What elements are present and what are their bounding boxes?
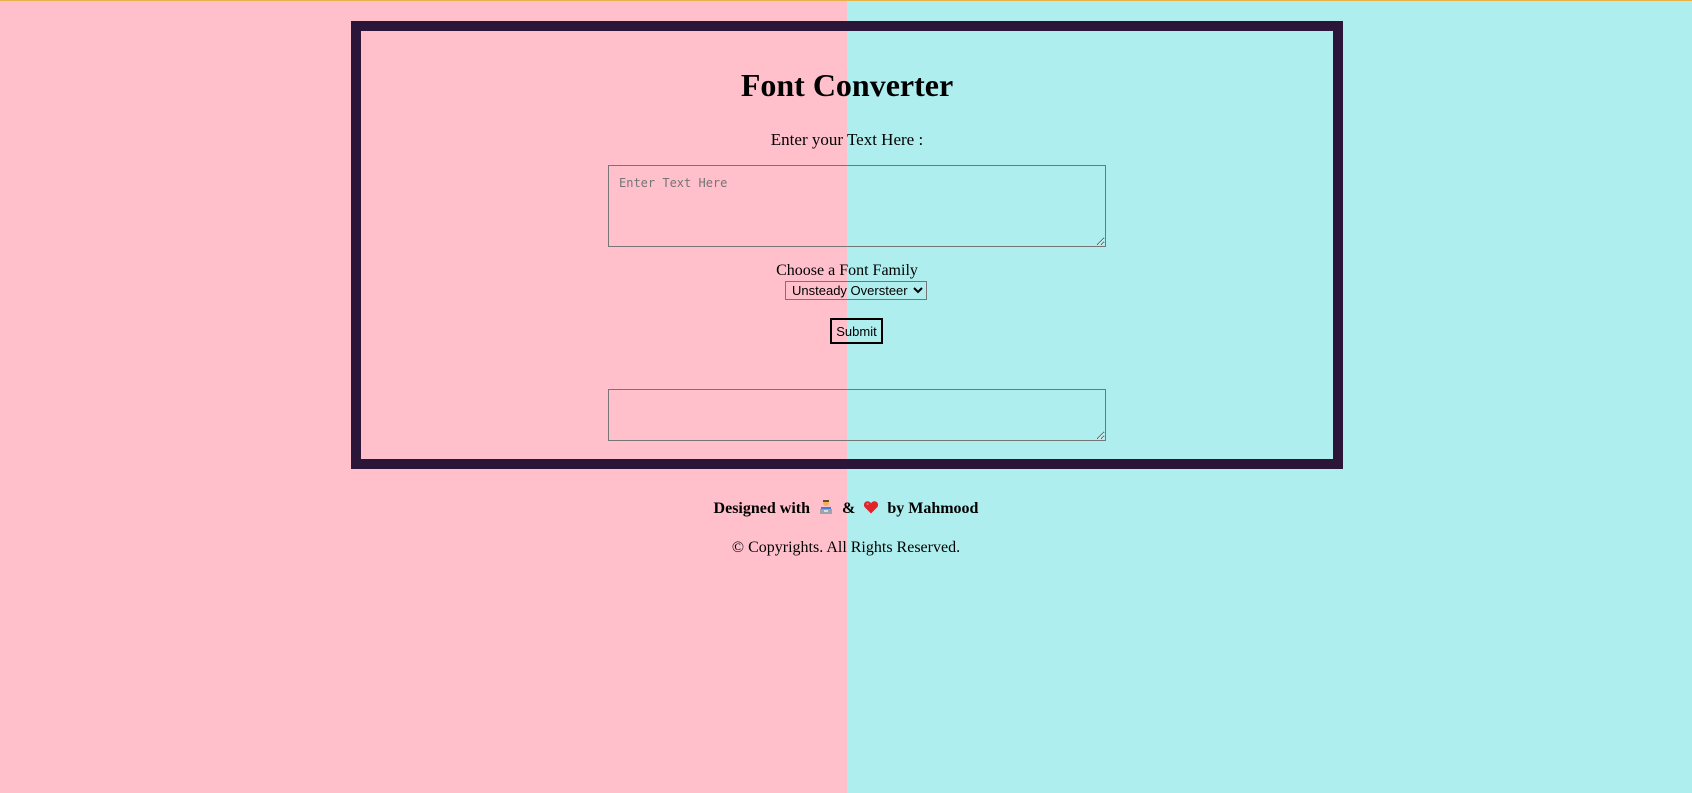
red-heart-icon	[863, 499, 879, 515]
designed-with-text: Designed with	[713, 500, 810, 517]
footer-credit: Designed with & by Mahmood	[0, 499, 1692, 519]
input-prompt-label: Enter your Text Here :	[770, 130, 924, 149]
technologist-icon	[818, 499, 834, 515]
ampersand-text: &	[842, 500, 856, 517]
converter-card: Font Converter Enter your Text Here : Ch…	[351, 21, 1343, 469]
copyright-text: © Copyrights. All Rights Reserved.	[731, 539, 961, 556]
font-family-select[interactable]: Unsteady Oversteer	[785, 281, 927, 300]
top-accent-line	[0, 0, 1692, 1]
by-author-text: by Mahmood	[887, 500, 979, 517]
text-input[interactable]	[608, 165, 1106, 247]
page-title: Font Converter	[740, 67, 954, 103]
output-textarea[interactable]	[608, 389, 1106, 441]
submit-button[interactable]: Submit	[830, 318, 883, 344]
font-family-label: Choose a Font Family	[776, 262, 918, 279]
